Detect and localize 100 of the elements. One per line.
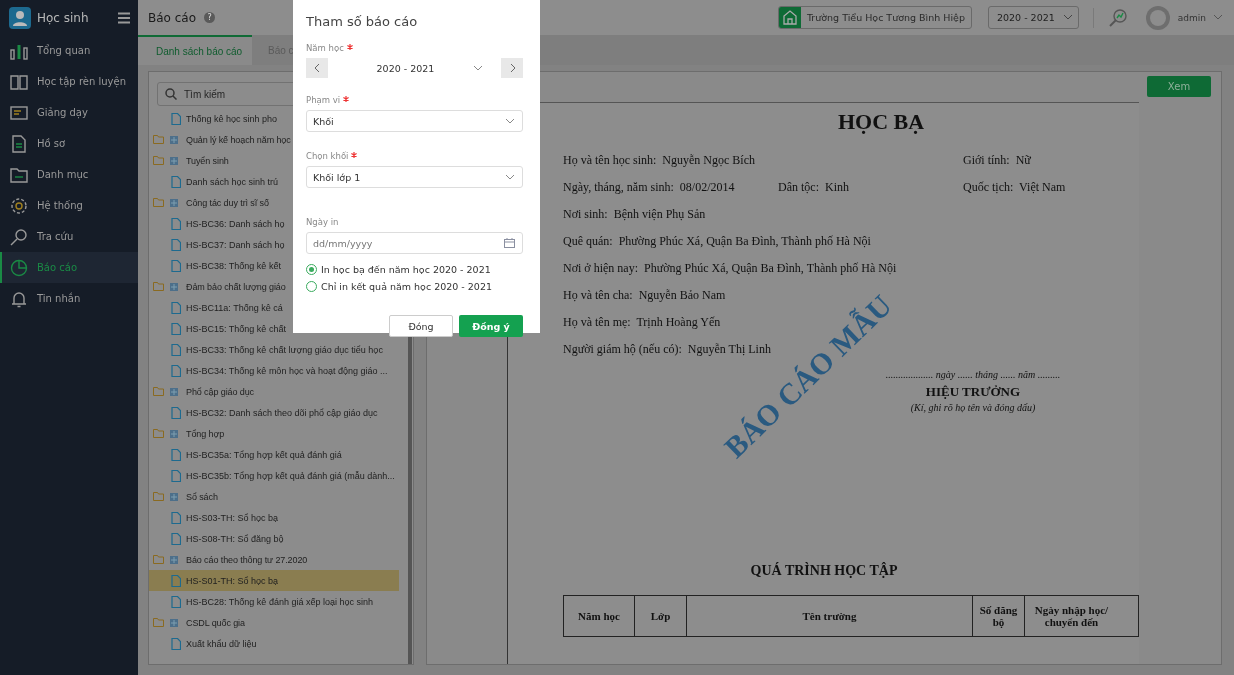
document-field: Họ và tên mẹ: Trịnh Hoàng Yến	[563, 315, 721, 330]
app-title: Học sinh	[37, 10, 90, 25]
user-menu[interactable]: admin	[1177, 12, 1206, 23]
tree-item[interactable]: HS-BC11a: Thống kê cá	[149, 297, 399, 318]
tree-item[interactable]: HS-BC35a: Tổng hợp kết quả đánh giá	[149, 444, 399, 465]
table-header-cell: Số đăng bộ	[972, 596, 1024, 636]
nav-item[interactable]: Tin nhắn	[0, 283, 138, 314]
expand-icon[interactable]	[170, 618, 178, 627]
expand-icon[interactable]	[170, 282, 178, 291]
view-button[interactable]: Xem	[1147, 76, 1211, 97]
board-icon	[10, 103, 28, 122]
signer-title: HIỆU TRƯỞNG	[925, 384, 1021, 400]
document-field: Giới tính: Nữ	[963, 153, 1031, 168]
radio-option[interactable]: Chỉ in kết quả năm học 2020 - 2021	[306, 281, 523, 292]
expand-icon[interactable]	[170, 429, 178, 438]
expand-icon[interactable]	[170, 198, 178, 207]
document-icon	[171, 322, 181, 335]
folder-icon	[153, 492, 164, 501]
document-icon	[171, 406, 181, 419]
document-icon	[171, 217, 181, 230]
section-title: QUÁ TRÌNH HỌC TẬP	[749, 563, 899, 579]
document-icon	[171, 364, 181, 377]
chevron-down-icon	[506, 174, 514, 180]
document-icon	[171, 574, 181, 587]
year-dropdown[interactable]: 2020 - 2021	[987, 6, 1079, 29]
document-icon	[171, 637, 181, 650]
confirm-button[interactable]: Đồng ý	[459, 315, 523, 337]
expand-icon[interactable]	[170, 555, 178, 564]
expand-icon[interactable]	[170, 492, 178, 501]
tree-folder[interactable]: Phổ cập giáo dục	[153, 381, 399, 402]
dialog-title: Tham số báo cáo	[306, 14, 419, 29]
nav-item[interactable]: Tra cứu	[0, 221, 138, 252]
school-selector[interactable]: Trường Tiểu Học Tương Bình Hiệp	[777, 6, 972, 29]
tree-item[interactable]: Xuất khẩu dữ liệu	[149, 633, 399, 654]
document-icon	[171, 343, 181, 356]
folder-icon	[10, 165, 28, 184]
tree-folder[interactable]: Sổ sách	[153, 486, 399, 507]
tree-item[interactable]: HS-BC28: Thống kê đánh giá xếp loại học sinh	[149, 591, 399, 612]
nav-item[interactable]: Giảng dạy	[0, 97, 138, 128]
year-select[interactable]: 2020 - 2021	[328, 58, 501, 78]
document-icon	[171, 532, 181, 545]
menu-icon[interactable]	[118, 11, 130, 24]
folder-icon	[153, 198, 164, 207]
folder-icon	[153, 387, 164, 396]
tree-folder[interactable]: Công tác duy trì sĩ số	[153, 192, 399, 213]
expand-icon[interactable]	[170, 156, 178, 165]
select-field[interactable]: Khối	[306, 110, 523, 132]
nav-item[interactable]: Hệ thống	[0, 190, 138, 221]
chevron-down-icon	[1214, 15, 1222, 20]
document-field: Nơi sinh: Bệnh viện Phụ Sản	[563, 207, 706, 222]
document-field: Quốc tịch: Việt Nam	[963, 180, 1066, 195]
close-button[interactable]: Đóng	[389, 315, 453, 337]
date-field[interactable]: dd/mm/yyyy	[306, 232, 523, 254]
select-field[interactable]: Khối lớp 1	[306, 166, 523, 188]
nav-item[interactable]: Danh mục	[0, 159, 138, 190]
table-header-cell: Ngày nhập học/ chuyển đến	[1024, 596, 1118, 636]
school-icon	[778, 7, 801, 28]
avatar-icon[interactable]	[1145, 5, 1170, 30]
expand-icon[interactable]	[170, 387, 178, 396]
document-field: Họ và tên cha: Nguyễn Bảo Nam	[563, 288, 726, 303]
folder-icon	[153, 555, 164, 564]
tree-item[interactable]: HS-BC33: Thống kê chất lượng giáo dục tiểu học	[149, 339, 399, 360]
tree-item[interactable]: HS-S08-TH: Sổ đăng bộ	[149, 528, 399, 549]
tree-item[interactable]: HS-BC34: Thống kê môn học và hoạt động giáo ...	[149, 360, 399, 381]
radio-option[interactable]: In học bạ đến năm học 2020 - 2021	[306, 264, 523, 275]
document-field: Dân tộc: Kinh	[778, 180, 849, 195]
folder-icon	[153, 135, 164, 144]
tree-item[interactable]: HS-S01-TH: Sổ học bạ	[149, 570, 399, 591]
nav-item[interactable]: Hồ sơ	[0, 128, 138, 159]
field-label: Chọn khối	[306, 151, 349, 161]
chevron-down-icon	[506, 118, 514, 124]
chevron-left-icon	[314, 64, 320, 72]
folder-icon	[153, 156, 164, 165]
tree-item[interactable]: HS-BC32: Danh sách theo dõi phổ cập giáo dục	[149, 402, 399, 423]
tree-folder[interactable]: Tổng hợp	[153, 423, 399, 444]
document-icon	[171, 259, 181, 272]
document-field: Nơi ở hiện nay: Phường Phúc Xá, Quận Ba Đình, Thành phố Hà Nội	[563, 261, 897, 276]
document-title: HỌC BẠ	[836, 109, 926, 135]
document-field: Ngày, tháng, năm sinh: 08/02/2014	[563, 180, 735, 195]
magnifier-chart-icon[interactable]	[1107, 7, 1128, 28]
tree-item[interactable]: HS-S03-TH: Sổ học bạ	[149, 507, 399, 528]
document-icon	[171, 469, 181, 482]
tree-folder[interactable]: CSDL quốc gia	[153, 612, 399, 633]
document-field: Họ và tên học sinh: Nguyễn Ngọc Bích	[563, 153, 755, 168]
folder-icon	[153, 282, 164, 291]
nav-item[interactable]: Báo cáo	[0, 252, 138, 283]
help-icon[interactable]: ?	[204, 12, 216, 23]
signer-note: (Kí, ghi rõ họ tên và đóng dấu)	[910, 402, 1036, 413]
document-icon	[171, 448, 181, 461]
search-icon	[10, 227, 28, 246]
field-label: Năm học	[306, 43, 344, 53]
tree-folder[interactable]: Báo cáo theo thông tư 27.2020	[153, 549, 399, 570]
calendar-icon[interactable]	[504, 238, 515, 248]
table-header-cell: Lớp	[634, 596, 686, 636]
nav-item[interactable]: Tổng quan	[0, 35, 138, 66]
tree-item[interactable]: HS-BC35b: Tổng hợp kết quả đánh giá (mẫu dành...	[149, 465, 399, 486]
nav-item[interactable]: Học tập rèn luyện	[0, 66, 138, 97]
expand-icon[interactable]	[170, 135, 178, 144]
chevron-down-icon	[474, 65, 483, 71]
tree-folder[interactable]: Quản lý kế hoạch năm học	[153, 129, 399, 150]
